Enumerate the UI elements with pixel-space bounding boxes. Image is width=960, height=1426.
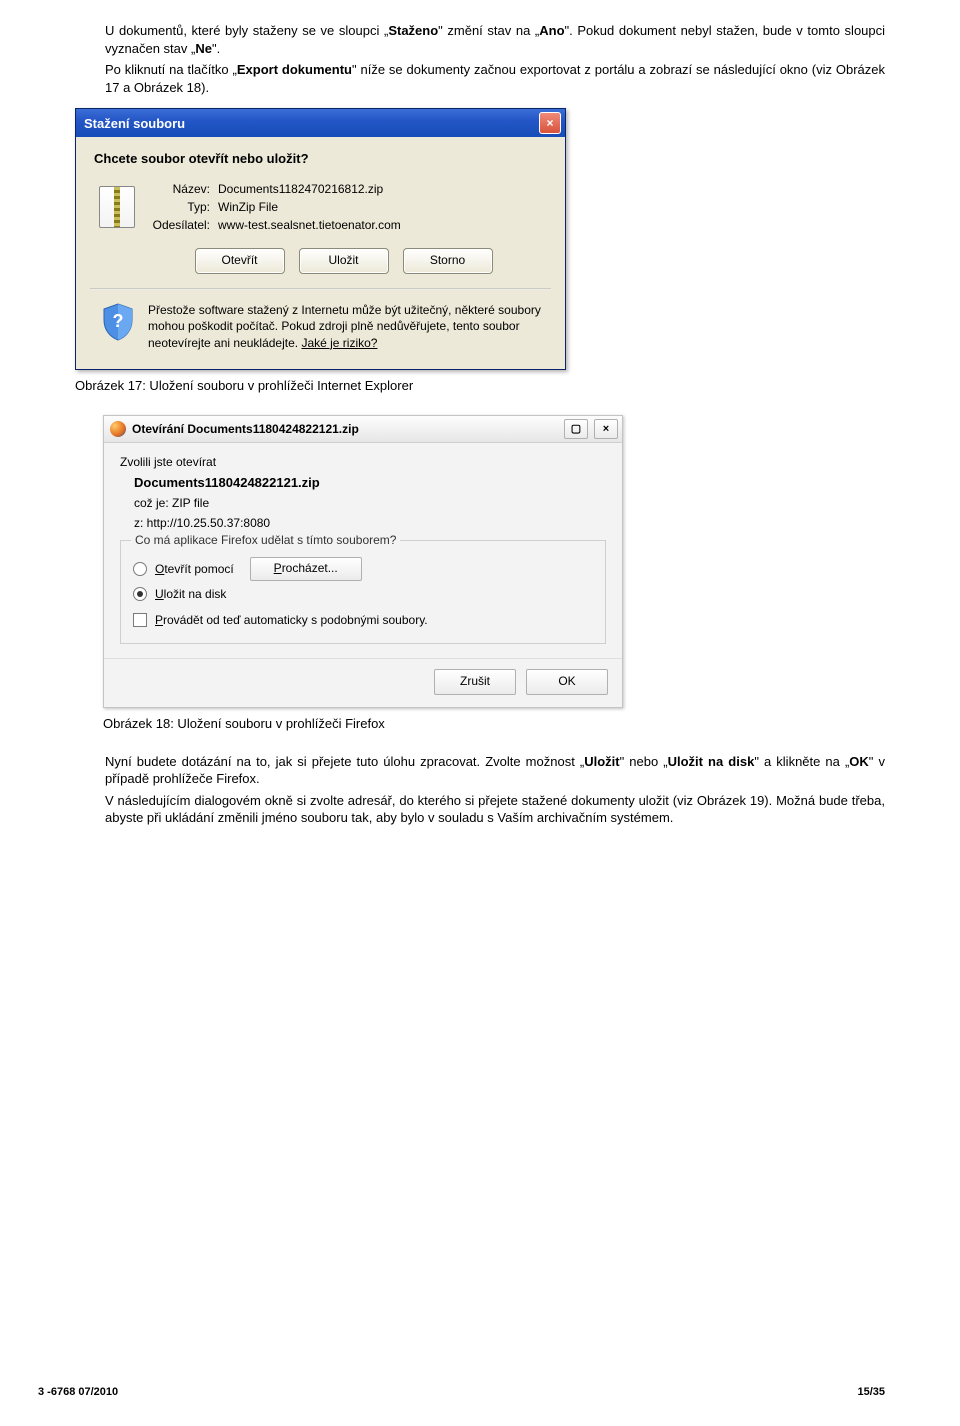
ff-option-auto[interactable]: Provádět od teď automaticky s podobnými … [133,613,593,627]
close-icon[interactable]: × [539,112,561,134]
firefox-icon [110,421,126,437]
close-icon[interactable]: × [594,419,618,439]
ie-from-label: Odesílatel: [140,218,210,232]
shield-icon: ? [100,302,136,342]
ie-warning-text: Přestože software stažený z Internetu mů… [148,302,541,351]
paragraph-1: U dokumentů, které byly staženy se ve sl… [75,22,885,57]
radio-icon[interactable] [133,587,147,601]
footer-page-number: 15/35 [857,1386,885,1398]
ie-name-value: Documents1182470216812.zip [218,182,547,196]
caption-17: Obrázek 17: Uložení souboru v prohlížeči… [75,378,885,393]
ie-from-value: www-test.sealsnet.tietoenator.com [218,218,547,232]
zip-file-icon [99,186,135,228]
save-button[interactable]: Uložit [299,248,389,274]
ie-type-value: WinZip File [218,200,547,214]
risk-link[interactable]: Jaké je riziko? [301,336,377,350]
ff-type: což je: ZIP file [120,496,606,510]
ff-titlebar: Otevírání Documents1180424822121.zip ▢ × [104,416,622,443]
svg-text:?: ? [113,311,124,331]
firefox-download-dialog: Otevírání Documents1180424822121.zip ▢ ×… [103,415,623,708]
ie-question: Chcete soubor otevřít nebo uložit? [94,151,547,166]
checkbox-icon[interactable] [133,613,147,627]
ff-option-open[interactable]: Otevřít pomocí Procházet... [133,557,593,581]
radio-icon[interactable] [133,562,147,576]
ff-title: Otevírání Documents1180424822121.zip [132,422,359,436]
footer-doc-id: 3 -6768 07/2010 [38,1386,118,1398]
paragraph-4: V následujícím dialogovém okně si zvolte… [75,792,885,827]
browse-button[interactable]: Procházet... [250,557,362,581]
ff-intro: Zvolili jste otevírat [120,455,606,469]
ie-type-label: Typ: [140,200,210,214]
ok-button[interactable]: OK [526,669,608,695]
ff-legend: Co má aplikace Firefox udělat s tímto so… [131,533,400,547]
ff-filename: Documents1180424822121.zip [120,475,606,490]
ff-from: z: http://10.25.50.37:8080 [120,516,606,530]
ie-name-label: Název: [140,182,210,196]
page-footer: 3 -6768 07/2010 15/35 [38,1386,885,1398]
paragraph-3: Nyní budete dotázání na to, jak si přeje… [75,753,885,788]
ff-action-group: Co má aplikace Firefox udělat s tímto so… [120,540,606,644]
cancel-button[interactable]: Storno [403,248,493,274]
caption-18: Obrázek 18: Uložení souboru v prohlížeči… [103,716,885,731]
open-button[interactable]: Otevřít [195,248,285,274]
paragraph-2: Po kliknutí na tlačítko „Export dokument… [75,61,885,96]
ie-title: Stažení souboru [84,116,539,131]
minimize-icon[interactable]: ▢ [564,419,588,439]
ie-download-dialog: Stažení souboru × Chcete soubor otevřít … [75,108,566,370]
ie-titlebar: Stažení souboru × [76,109,565,137]
ff-option-save[interactable]: Uložit na disk [133,587,593,601]
cancel-button[interactable]: Zrušit [434,669,516,695]
